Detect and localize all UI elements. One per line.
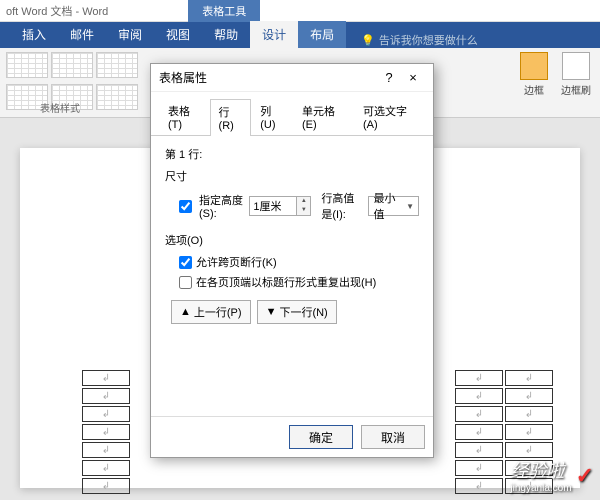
table-cell[interactable]: ↲ xyxy=(455,478,503,494)
repeat-header-checkbox[interactable] xyxy=(179,276,192,289)
allow-break-row: 允许跨页断行(K) xyxy=(179,254,419,270)
table-style-swatch[interactable] xyxy=(96,84,138,110)
table-style-swatch[interactable] xyxy=(96,52,138,78)
border-tools: 边框 边框刷 xyxy=(516,52,594,113)
specify-height-checkbox[interactable] xyxy=(179,200,192,213)
dialog-help-button[interactable]: ? xyxy=(377,70,401,85)
previous-row-label: 上一行(P) xyxy=(194,304,242,320)
specify-height-row: 指定高度(S): ▲▼ 行高值是(I): 最小值 ▼ xyxy=(179,190,419,222)
dialog-close-button[interactable]: × xyxy=(401,70,425,85)
ribbon-tab-view[interactable]: 视图 xyxy=(154,21,202,48)
table-cell[interactable]: ↲ xyxy=(505,388,553,404)
ribbon-tab-help[interactable]: 帮助 xyxy=(202,21,250,48)
previous-row-button[interactable]: ▲上一行(P) xyxy=(171,300,251,324)
table-cell[interactable]: ↲ xyxy=(505,442,553,458)
row-nav-buttons: ▲上一行(P) ▼下一行(N) xyxy=(171,300,419,324)
watermark-brand: 经验啦 xyxy=(510,461,564,481)
dialog-tabs: 表格(T) 行(R) 列(U) 单元格(E) 可选文字(A) xyxy=(151,92,433,136)
height-input[interactable] xyxy=(250,197,296,215)
dialog-tab-row[interactable]: 行(R) xyxy=(210,99,252,136)
row-height-is-label: 行高值是(I): xyxy=(321,190,364,222)
window-title: oft Word 文档 - Word xyxy=(6,3,108,19)
watermark: 经验啦 jingyanla.com ✓ xyxy=(510,457,594,494)
border-style-button[interactable]: 边框 xyxy=(516,52,552,97)
allow-break-label: 允许跨页断行(K) xyxy=(196,254,277,270)
row-height-is-value: 最小值 xyxy=(373,190,406,222)
chevron-down-icon: ▼ xyxy=(406,202,414,211)
table-cell[interactable]: ↲ xyxy=(455,370,503,386)
dialog-tab-cell[interactable]: 单元格(E) xyxy=(293,98,354,135)
table-cell[interactable]: ↲ xyxy=(82,424,130,440)
spinner-arrows[interactable]: ▲▼ xyxy=(296,197,310,215)
border-painter-button[interactable]: 边框刷 xyxy=(558,52,594,97)
current-row-label: 第 1 行: xyxy=(165,146,419,162)
border-style-icon xyxy=(520,52,548,80)
repeat-header-row: 在各页顶端以标题行形式重复出现(H) xyxy=(179,274,419,290)
border-painter-icon xyxy=(562,52,590,80)
dialog-tab-alttext[interactable]: 可选文字(A) xyxy=(354,98,425,135)
document-table-left[interactable]: ↲ ↲ ↲ ↲ ↲ ↲ ↲ xyxy=(80,368,132,496)
height-spinner[interactable]: ▲▼ xyxy=(249,196,311,216)
row-height-is-combo[interactable]: 最小值 ▼ xyxy=(368,196,419,216)
table-style-swatch[interactable] xyxy=(6,52,48,78)
ribbon-tab-design[interactable]: 设计 xyxy=(250,21,298,48)
ribbon-tab-mailings[interactable]: 邮件 xyxy=(58,21,106,48)
table-cell[interactable]: ↲ xyxy=(82,442,130,458)
dialog-title: 表格属性 xyxy=(159,69,377,86)
dialog-body: 第 1 行: 尺寸 指定高度(S): ▲▼ 行高值是(I): 最小值 ▼ 选项(… xyxy=(151,136,433,416)
contextual-tab-group-label: 表格工具 xyxy=(188,0,260,22)
size-section-label: 尺寸 xyxy=(165,168,419,184)
ribbon-tab-strip: 插入 邮件 审阅 视图 帮助 设计 布局 💡 告诉我你想要做什么 xyxy=(0,22,600,48)
dialog-titlebar[interactable]: 表格属性 ? × xyxy=(151,64,433,92)
arrow-up-icon: ▲ xyxy=(180,306,191,318)
dialog-tab-table[interactable]: 表格(T) xyxy=(159,98,210,135)
tell-me-placeholder: 告诉我你想要做什么 xyxy=(379,32,478,48)
dialog-tab-column[interactable]: 列(U) xyxy=(251,98,293,135)
border-painter-label: 边框刷 xyxy=(561,86,591,97)
border-style-label: 边框 xyxy=(524,86,544,97)
window-titlebar: oft Word 文档 - Word 表格工具 xyxy=(0,0,600,22)
spinner-up-icon[interactable]: ▲ xyxy=(297,197,310,206)
ribbon-tab-insert[interactable]: 插入 xyxy=(10,21,58,48)
next-row-label: 下一行(N) xyxy=(279,304,327,320)
next-row-button[interactable]: ▼下一行(N) xyxy=(257,300,337,324)
table-cell[interactable]: ↲ xyxy=(82,478,130,494)
table-cell[interactable]: ↲ xyxy=(455,442,503,458)
arrow-down-icon: ▼ xyxy=(266,306,277,318)
ribbon-tab-layout[interactable]: 布局 xyxy=(298,21,346,48)
allow-break-checkbox[interactable] xyxy=(179,256,192,269)
table-properties-dialog: 表格属性 ? × 表格(T) 行(R) 列(U) 单元格(E) 可选文字(A) … xyxy=(150,63,434,458)
table-cell[interactable]: ↲ xyxy=(82,460,130,476)
specify-height-label: 指定高度(S): xyxy=(199,192,245,220)
repeat-header-label: 在各页顶端以标题行形式重复出现(H) xyxy=(196,274,376,290)
table-cell[interactable]: ↲ xyxy=(455,388,503,404)
check-icon: ✓ xyxy=(576,463,594,489)
table-cell[interactable]: ↲ xyxy=(82,406,130,422)
watermark-url: jingyanla.com xyxy=(510,483,571,494)
cancel-button[interactable]: 取消 xyxy=(361,425,425,449)
ribbon-tab-review[interactable]: 审阅 xyxy=(106,21,154,48)
table-cell[interactable]: ↲ xyxy=(505,370,553,386)
ok-button[interactable]: 确定 xyxy=(289,425,353,449)
table-cell[interactable]: ↲ xyxy=(455,460,503,476)
table-style-swatch[interactable] xyxy=(51,52,93,78)
table-styles-group-label: 表格样式 xyxy=(40,100,80,115)
spinner-down-icon[interactable]: ▼ xyxy=(297,206,310,215)
table-cell[interactable]: ↲ xyxy=(505,406,553,422)
table-cell[interactable]: ↲ xyxy=(455,424,503,440)
table-cell[interactable]: ↲ xyxy=(455,406,503,422)
options-section-label: 选项(O) xyxy=(165,232,419,248)
bulb-icon: 💡 xyxy=(361,34,375,47)
table-cell[interactable]: ↲ xyxy=(82,388,130,404)
dialog-footer: 确定 取消 xyxy=(151,416,433,457)
table-cell[interactable]: ↲ xyxy=(82,370,130,386)
table-cell[interactable]: ↲ xyxy=(505,424,553,440)
tell-me-search[interactable]: 💡 告诉我你想要做什么 xyxy=(361,32,478,48)
